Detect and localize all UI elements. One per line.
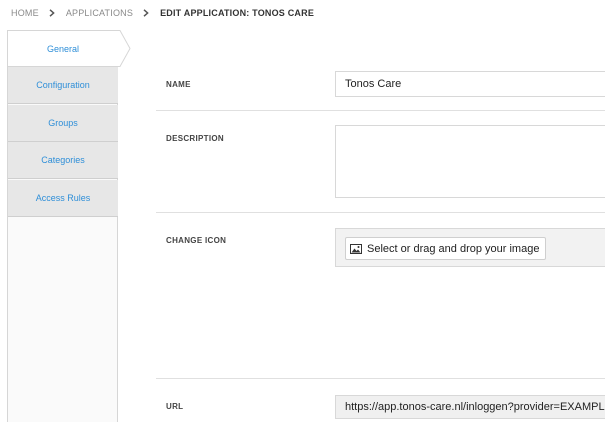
image-icon — [350, 243, 362, 254]
name-label: Name — [166, 80, 191, 89]
chevron-right-icon — [143, 9, 149, 17]
tab-groups[interactable]: Groups — [8, 105, 118, 142]
divider — [156, 378, 605, 379]
breadcrumb-applications[interactable]: Applications — [66, 8, 133, 18]
tab-access-rules[interactable]: Access Rules — [8, 180, 118, 217]
tab-configuration[interactable]: Configuration — [8, 67, 118, 104]
change-icon-label: Change icon — [166, 236, 227, 245]
select-image-label: Select or drag and drop your image — [367, 242, 540, 255]
sidebar-tabs: General Configuration Groups Categories … — [7, 30, 118, 422]
description-textarea[interactable] — [335, 125, 605, 198]
name-input[interactable]: Tonos Care — [335, 71, 605, 97]
url-label: URL — [166, 402, 184, 411]
active-tab-pointer — [117, 30, 131, 67]
url-value: https://app.tonos-care.nl/inloggen?provi… — [345, 401, 605, 413]
tab-label: Configuration — [36, 80, 90, 90]
chevron-right-icon — [49, 9, 55, 17]
url-input[interactable]: https://app.tonos-care.nl/inloggen?provi… — [335, 395, 605, 419]
breadcrumb: Home Applications Edit application: Tono… — [0, 0, 605, 26]
select-image-button[interactable]: Select or drag and drop your image — [345, 237, 547, 260]
tab-label: Groups — [48, 118, 78, 128]
name-value: Tonos Care — [345, 78, 402, 90]
divider — [156, 212, 605, 213]
divider — [156, 110, 605, 111]
icon-dropzone[interactable]: Select or drag and drop your image — [335, 228, 605, 267]
breadcrumb-home[interactable]: Home — [11, 8, 39, 18]
tab-categories[interactable]: Categories — [8, 142, 118, 179]
tab-general[interactable]: General — [8, 30, 118, 67]
tab-label: Access Rules — [35, 193, 91, 203]
tab-label: Categories — [41, 155, 85, 165]
tab-label: General — [46, 43, 80, 54]
breadcrumb-current: Edit application: Tonos Care — [160, 8, 315, 18]
description-label: Description — [166, 134, 224, 143]
